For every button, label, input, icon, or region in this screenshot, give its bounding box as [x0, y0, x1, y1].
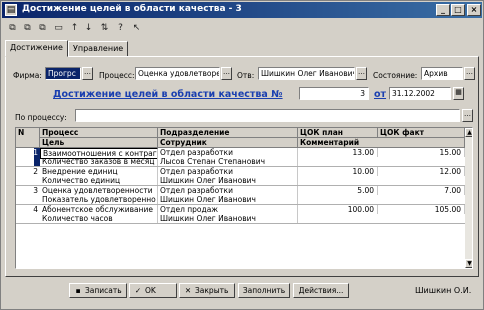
cell-fact[interactable]: 105.00	[378, 205, 465, 214]
title-bar[interactable]: ▤ Достижение целей в области качества - …	[2, 2, 482, 18]
scroll-up-button[interactable]: ▲	[465, 128, 472, 137]
firm-field[interactable]: Прогрс	[45, 67, 81, 80]
cell-goal[interactable]: Показатель удовлетворенно	[40, 195, 158, 204]
cell-department[interactable]: Отдел разработки	[158, 167, 298, 176]
process-label: Процесс:	[99, 71, 135, 80]
delete-icon[interactable]: ▭	[51, 21, 66, 36]
move-up-icon[interactable]: ↑	[67, 21, 82, 36]
cell-plan[interactable]: 100.00	[298, 205, 378, 214]
column-header-department[interactable]: Подразделение	[158, 128, 298, 138]
checkmark-icon: ✓	[134, 286, 142, 295]
column-header-n[interactable]: N	[16, 128, 40, 148]
window-title: Достижение целей в области качества - 3	[22, 4, 242, 14]
cell-fact[interactable]: 15.00	[378, 148, 465, 157]
tab-management[interactable]: Управление	[68, 41, 129, 57]
cell-process[interactable]: Абонентское обслуживание	[40, 205, 158, 214]
document-icon: ▤	[5, 4, 17, 16]
close-button-label: Закрыть	[195, 286, 229, 295]
maximize-button[interactable]: □	[451, 4, 465, 16]
save-icon: ▪	[75, 286, 81, 295]
tab-achievement[interactable]: Достижение	[5, 40, 68, 57]
toolbar: ⧉ ⧉ ⧉ ▭ ↑ ↓ ⇅ ? ↖	[5, 21, 205, 37]
process-select-button[interactable]: …	[221, 67, 232, 80]
goals-table[interactable]: N Процесс Цель Подразделение Сотрудник Ц…	[15, 127, 473, 269]
column-header-goal[interactable]: Цель	[40, 138, 158, 148]
doc-number-field[interactable]: 3	[299, 87, 369, 100]
cell-goal[interactable]: Количество заказов в месяц	[40, 157, 158, 166]
cell-employee[interactable]: Шишкин Олег Иванович	[158, 195, 298, 204]
scroll-down-button[interactable]: ▼	[465, 259, 472, 268]
move-down-icon[interactable]: ↓	[81, 21, 96, 36]
cell-plan[interactable]: 13.00	[298, 148, 378, 157]
copy-icon[interactable]: ⧉	[20, 21, 35, 36]
cell-process[interactable]: Оценка удовлетворенности	[40, 186, 158, 195]
close-button[interactable]: ×	[467, 4, 481, 16]
row-number: 1	[33, 148, 38, 157]
state-select-button[interactable]: …	[464, 67, 475, 80]
by-process-field[interactable]	[75, 109, 460, 122]
sort-icon[interactable]: ⇅	[97, 21, 112, 36]
cell-plan[interactable]: 10.00	[298, 167, 378, 176]
date-label-link[interactable]: от	[374, 89, 386, 100]
by-process-label: По процессу:	[15, 113, 67, 122]
cell-employee[interactable]: Лысов Степан Степанович	[158, 157, 298, 166]
ok-button[interactable]: ✓ OK	[129, 283, 177, 298]
process-field[interactable]: Оценка удовлетворе	[135, 67, 220, 80]
column-header-plan[interactable]: ЦОК план	[298, 128, 378, 138]
column-header-process[interactable]: Процесс	[40, 128, 158, 138]
save-button-label: Записать	[85, 286, 122, 295]
date-field[interactable]: 31.12.2002	[389, 87, 451, 100]
doc-title-link[interactable]: Достижение целей в области качества №	[53, 89, 283, 100]
state-label: Состояние:	[373, 71, 418, 80]
copy-icon[interactable]: ⧉	[5, 21, 20, 36]
ok-button-label: OK	[145, 286, 156, 295]
column-header-comment[interactable]: Комментарий	[298, 138, 465, 148]
calendar-icon[interactable]: ▦	[453, 87, 464, 100]
column-header-employee[interactable]: Сотрудник	[158, 138, 298, 148]
cell-goal[interactable]: Количество часов	[40, 214, 158, 223]
cell-goal[interactable]: Количество единиц	[40, 176, 158, 185]
minimize-button[interactable]: _	[436, 4, 450, 16]
cell-employee[interactable]: Шишкин Олег Иванович	[158, 176, 298, 185]
vertical-scrollbar[interactable]: ▲ ▼	[465, 128, 472, 268]
responsible-select-button[interactable]: …	[356, 67, 367, 80]
state-field[interactable]: Архив	[421, 67, 463, 80]
cell-department[interactable]: Отдел разработки	[158, 186, 298, 195]
responsible-field[interactable]: Шишкин Олег Иванович	[258, 67, 355, 80]
column-header-fact[interactable]: ЦОК факт	[378, 128, 465, 138]
status-user: Шишкин О.И.	[415, 286, 472, 295]
by-process-select-button[interactable]: …	[462, 109, 473, 122]
cell-fact[interactable]: 12.00	[378, 167, 465, 176]
help-icon[interactable]: ?	[113, 21, 128, 36]
row-number: 3	[33, 186, 38, 195]
fill-button[interactable]: Заполнить	[238, 283, 290, 298]
row-number: 4	[33, 205, 38, 214]
save-button[interactable]: ▪ Записать	[69, 283, 127, 298]
cell-plan[interactable]: 5.00	[298, 186, 378, 195]
firm-select-button[interactable]: …	[82, 67, 93, 80]
cell-fact[interactable]: 7.00	[378, 186, 465, 195]
close-form-button[interactable]: ✕ Закрыть	[179, 283, 235, 298]
copy-icon[interactable]: ⧉	[35, 21, 50, 36]
cell-employee[interactable]: Шишкин Олег Иванович	[158, 214, 298, 223]
row-number: 2	[33, 167, 38, 176]
cell-department[interactable]: Отдел продаж	[158, 205, 298, 214]
cursor-help-icon[interactable]: ↖	[129, 21, 144, 36]
row-separator	[16, 223, 465, 224]
cell-department[interactable]: Отдел разработки	[158, 148, 298, 157]
firm-label: Фирма:	[13, 71, 42, 80]
tab-strip: Достижение Управление	[5, 40, 305, 57]
cell-process[interactable]: Внедрение единиц	[40, 167, 158, 176]
responsible-label: Отв:	[237, 71, 255, 80]
actions-button[interactable]: Действия...	[293, 283, 349, 298]
document-window: ▤ Достижение целей в области качества - …	[0, 0, 484, 310]
close-icon: ✕	[184, 286, 192, 295]
